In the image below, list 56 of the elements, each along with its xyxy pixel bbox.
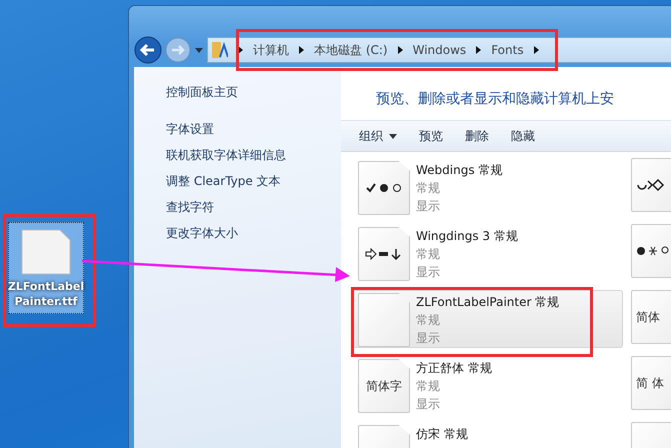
font-preview-text: 简体字 [366,378,402,394]
font-item[interactable]: 仿宋 常规 [353,422,623,448]
sidebar-link[interactable]: 更改字体大小 [166,225,341,241]
sidebar-link[interactable]: 控制面板主页 [166,84,341,100]
file-page-icon [21,229,71,275]
breadcrumb-arrow-icon[interactable] [299,46,304,54]
font-preview-text: 简 体 [636,374,664,392]
font-style: 常规 [416,180,441,197]
file-name-label: Painter.ttf [14,294,78,309]
symbol-preview-icon [636,245,671,257]
sidebar-link[interactable]: 联机获取字体详细信息 [166,147,341,163]
font-status: 显示 [416,198,441,215]
font-name: 方正舒体 常规 [416,360,492,377]
breadcrumb-item[interactable]: Windows [412,43,466,57]
breadcrumb-arrow-icon[interactable] [398,46,403,54]
font-preview-text: 简体 [636,308,660,326]
font-name: ZLFontLabelPainter 常规 [416,294,560,311]
font-item[interactable]: Webdings 常规 常规 显示 [353,158,623,216]
font-name: Webdings 常规 [416,162,502,179]
symbol-preview-icon [366,182,402,194]
font-folder-icon [212,41,228,59]
file-name-label: ZLFontLabel [8,279,84,294]
font-name: 仿宋 常规 [416,426,468,443]
font-item[interactable]: ZLFontLabelPainter 常规 常规 显示 [353,290,623,348]
font-file-icon[interactable]: 简 体 [631,356,671,410]
toolbar-button[interactable]: 删除 [457,124,497,148]
toolbar-button[interactable]: 隐藏 [503,124,543,148]
breadcrumb-arrow-icon[interactable] [238,46,243,54]
page-heading: 预览、删除或者显示和隐藏计算机上安 [375,90,615,109]
breadcrumb-arrow-icon[interactable] [534,46,539,54]
font-style: 常规 [416,378,441,395]
font-name: Wingdings 3 常规 [416,228,518,245]
breadcrumb-item[interactable]: 计算机 [253,42,289,58]
sidebar-link[interactable]: 查找字符 [166,199,341,215]
font-style: 常规 [416,246,441,263]
font-file-icon[interactable] [631,158,671,212]
history-dropdown-icon[interactable] [194,46,204,54]
arrow-preview-icon [365,248,403,260]
font-file-icon[interactable]: 简体 [631,290,671,344]
sidebar-link[interactable]: 调整 ClearType 文本 [166,173,341,189]
address-bar[interactable]: 计算机 本地磁盘 (C:) Windows Fonts [207,37,671,63]
font-status: 显示 [416,396,441,413]
font-file-icon[interactable] [631,224,671,278]
font-style: 常规 [416,312,441,329]
font-item[interactable]: 简体字 方正舒体 常规 常规 显示 [353,356,623,414]
toolbar-button[interactable]: 组织 [351,124,405,148]
toolbar-button[interactable]: 预览 [411,124,451,148]
breadcrumb-arrow-icon[interactable] [476,46,482,54]
font-status: 显示 [416,264,441,281]
breadcrumb-item[interactable]: Fonts [491,43,524,57]
font-item[interactable]: Wingdings 3 常规 常规 显示 [353,224,623,282]
font-status: 显示 [416,330,441,347]
breadcrumb-item[interactable]: 本地磁盘 (C:) [314,42,388,58]
font-file-icon [358,293,410,347]
back-button[interactable] [134,36,162,64]
sidebar-link[interactable]: 字体设置 [166,121,341,137]
